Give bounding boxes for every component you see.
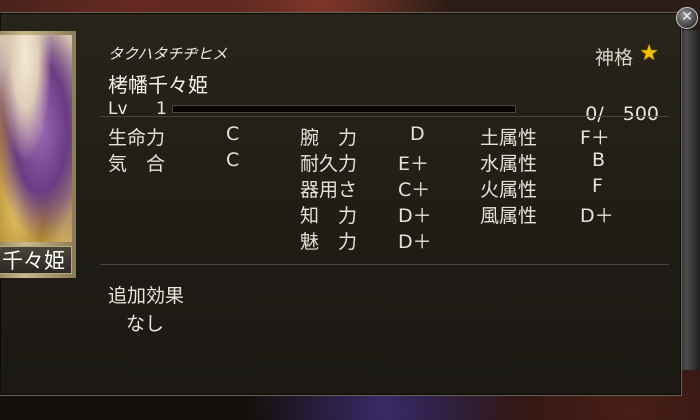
stat-value-intellect: D＋ [398, 205, 432, 227]
stat-label-strength: 腕 力 [300, 127, 358, 149]
stat-label-fire: 火属性 [480, 179, 538, 201]
stat-label-earth: 土属性 [480, 127, 538, 149]
stat-label-wind: 風属性 [480, 205, 538, 227]
exp-bar [172, 105, 516, 113]
stat-value-charm: D＋ [398, 231, 432, 253]
rank-label: 神格 [594, 47, 633, 69]
card-name-plate: 千々姫 [0, 246, 72, 274]
close-icon[interactable]: ✕ [676, 7, 698, 29]
star-icon: ★ [639, 41, 659, 66]
stat-label-charm: 魅 力 [300, 231, 358, 253]
stat-value-fire: F [592, 175, 603, 197]
stat-label-water: 水属性 [480, 153, 538, 175]
stat-label-dexterity: 器用さ [300, 179, 358, 201]
character-card: 千々姫 [0, 31, 76, 278]
divider [100, 264, 669, 265]
stat-label-spirit: 気 合 [108, 153, 166, 175]
stat-value-wind: D＋ [580, 205, 614, 227]
divider [100, 116, 669, 117]
stat-value-endurance: E＋ [398, 153, 430, 175]
stat-value-hp: C [226, 123, 240, 145]
character-reading: タクハタチヂヒメ [108, 45, 228, 63]
stat-value-strength: D [410, 123, 425, 145]
stat-label-hp: 生命力 [108, 127, 166, 149]
character-detail-panel: 千々姫 タクハタチヂヒメ 栲幡千々姫 神格 ★ Lv 1 0/ 500 生命力 … [0, 12, 682, 396]
stat-value-spirit: C [226, 149, 240, 171]
character-name: 栲幡千々姫 [108, 73, 208, 97]
stat-label-endurance: 耐久力 [300, 153, 358, 175]
extra-effect-title: 追加効果 [108, 285, 185, 307]
stat-value-water: B [592, 149, 606, 171]
character-portrait [0, 35, 72, 242]
stat-value-earth: F＋ [580, 127, 610, 149]
stat-label-intellect: 知 力 [300, 205, 358, 227]
stat-value-dexterity: C＋ [398, 179, 431, 201]
exp-value: 0/ 500 [585, 103, 659, 125]
extra-effect-value: なし [126, 313, 165, 335]
